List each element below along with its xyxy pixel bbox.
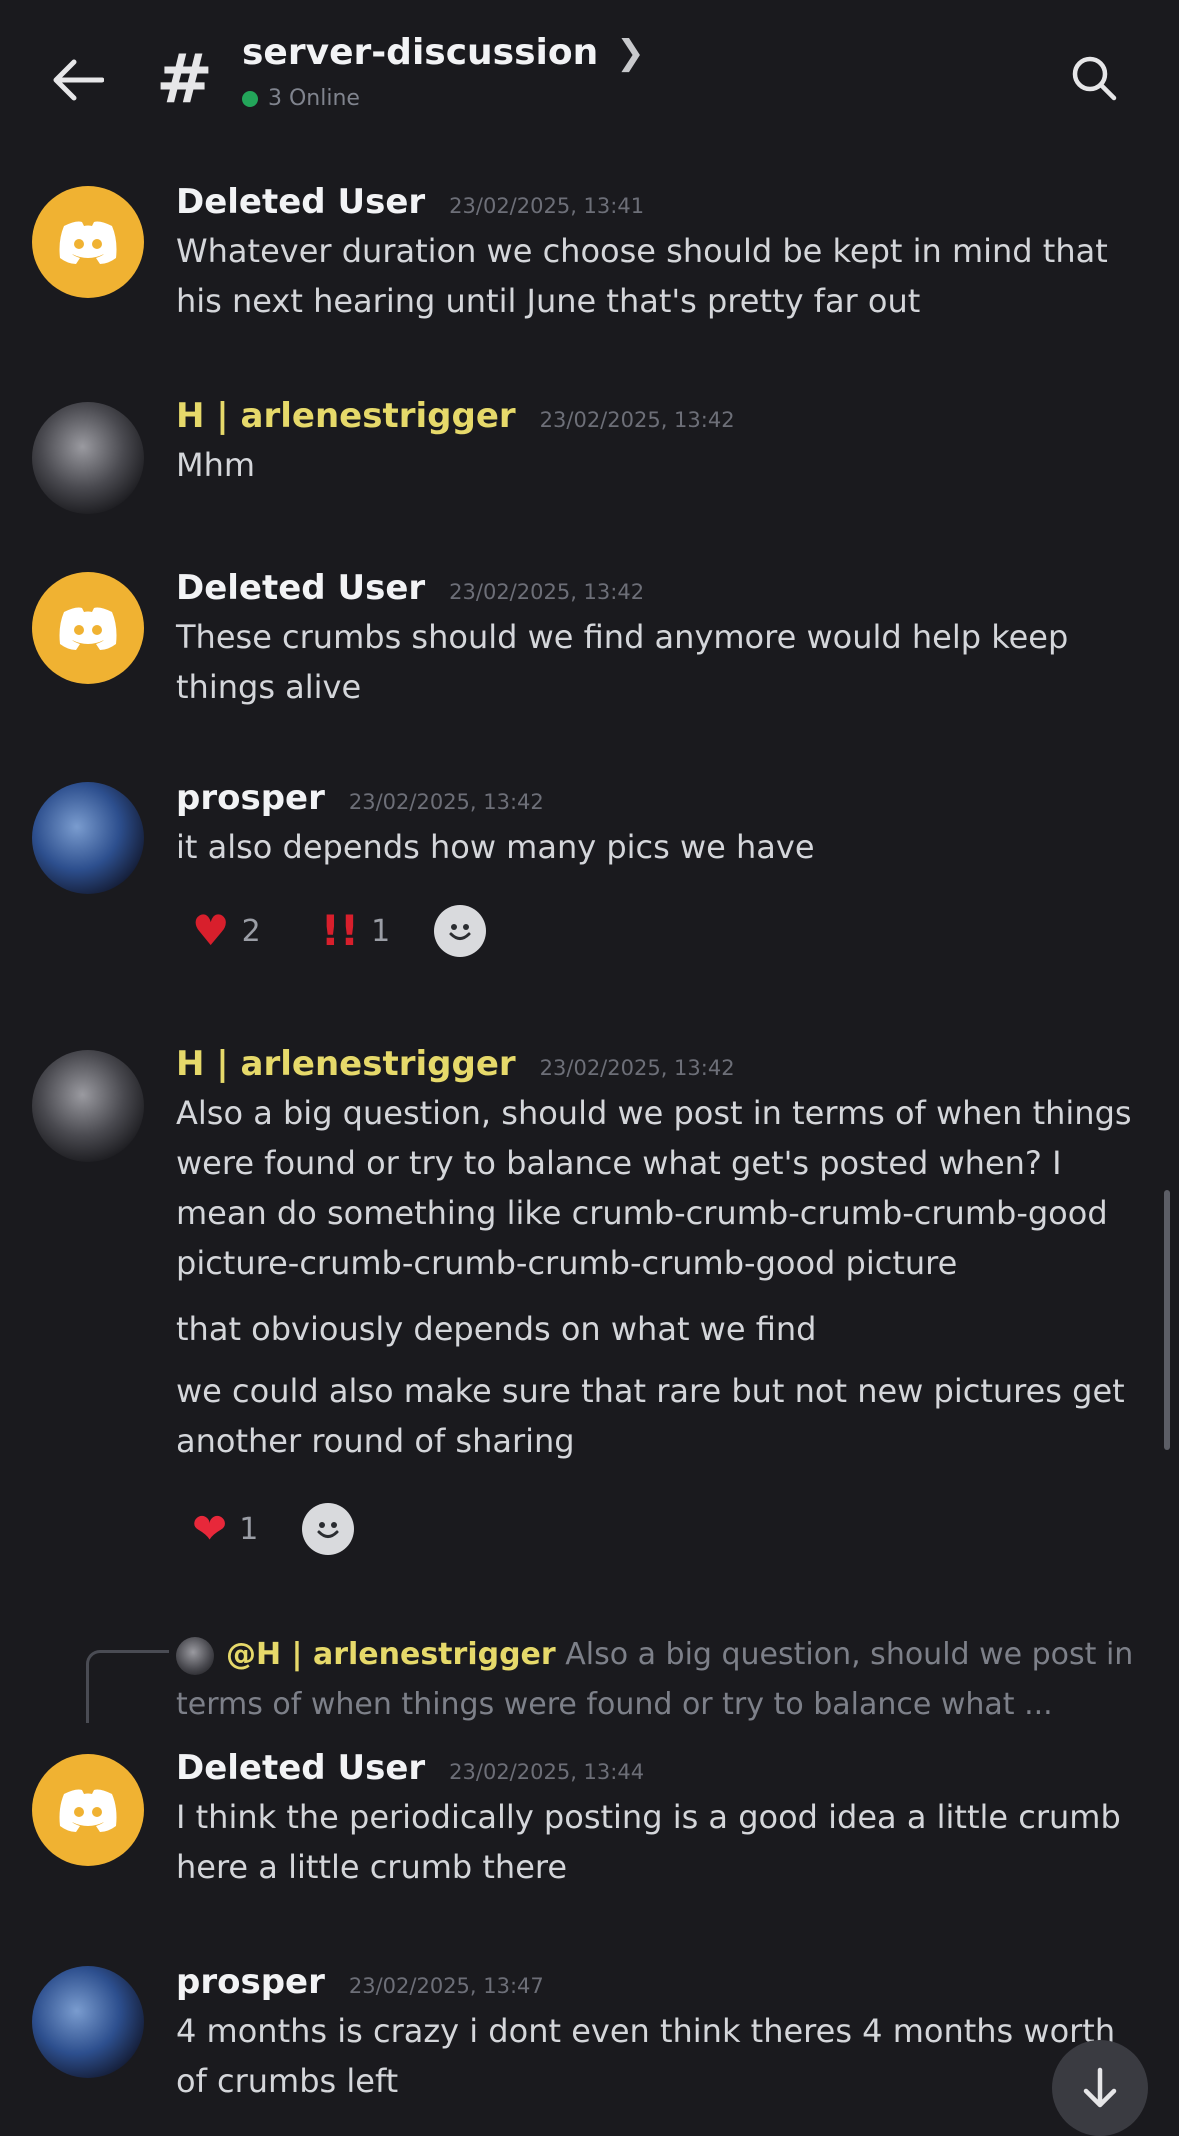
avatar[interactable] [32, 782, 144, 894]
reaction-double-exclamation[interactable]: !! 1 [305, 896, 406, 966]
avatar[interactable] [32, 1050, 144, 1162]
online-dot-icon [242, 90, 258, 107]
add-reaction-button[interactable] [302, 1503, 355, 1555]
avatar[interactable] [32, 186, 144, 298]
message-text: we could also make sure that rare but no… [176, 1372, 1125, 1460]
reaction-heart[interactable]: ♥ 2 [176, 896, 277, 966]
message-text: it also depends how many pics we have [176, 828, 815, 866]
username[interactable]: Deleted User [176, 1748, 425, 1788]
channel-header: # server-discussion ❯ 3 Online [0, 0, 1179, 150]
back-arrow-icon [53, 59, 104, 101]
message-text: Whatever duration we choose should be ke… [176, 232, 1108, 320]
avatar[interactable] [32, 1754, 144, 1866]
message-text: Also a big question, should we post in t… [176, 1094, 1132, 1282]
reaction-count: 1 [239, 1511, 259, 1547]
username[interactable]: Deleted User [176, 182, 425, 222]
message[interactable]: prosper 23/02/2025, 13:47 4 months is cr… [0, 1960, 1179, 2114]
avatar[interactable] [32, 572, 144, 684]
message[interactable]: prosper 23/02/2025, 13:42 it also depend… [0, 776, 1179, 976]
search-icon [1072, 56, 1117, 101]
search-button[interactable] [1062, 46, 1126, 110]
reply-mention[interactable]: @H | arlenestrigger [226, 1637, 556, 1672]
heart-icon: ♥ [192, 906, 230, 955]
username[interactable]: H | arlenestrigger [176, 396, 516, 436]
timestamp: 23/02/2025, 13:47 [348, 1974, 544, 1998]
message[interactable]: H | arlenestrigger 23/02/2025, 13:42 Als… [0, 1042, 1179, 1582]
online-status-text: 3 Online [268, 86, 360, 111]
chevron-right-icon: ❯ [616, 32, 645, 73]
message-text: I think the periodically posting is a go… [176, 1798, 1121, 1886]
reply-avatar [176, 1636, 214, 1675]
back-button[interactable] [46, 48, 110, 112]
timestamp: 23/02/2025, 13:42 [449, 580, 645, 604]
username[interactable]: H | arlenestrigger [176, 1044, 516, 1084]
timestamp: 23/02/2025, 13:42 [539, 1056, 735, 1080]
message[interactable]: Deleted User 23/02/2025, 13:42 These cru… [0, 566, 1179, 726]
username[interactable]: Deleted User [176, 568, 425, 608]
reaction-heart[interactable]: ❤ 1 [176, 1494, 274, 1564]
jump-to-latest-button[interactable] [1052, 2040, 1148, 2136]
add-reaction-button[interactable] [434, 905, 487, 957]
message-text: that obviously depends on what we find [176, 1310, 817, 1348]
channel-title-button[interactable]: server-discussion ❯ [242, 32, 645, 73]
message-text: Mhm [176, 446, 256, 484]
scrollbar[interactable] [1164, 1190, 1170, 1450]
timestamp: 23/02/2025, 13:44 [449, 1760, 645, 1784]
arrow-down-icon [1083, 2067, 1117, 2108]
discord-logo-icon [59, 607, 117, 650]
heart-icon: ❤ [192, 1504, 228, 1553]
reaction-bar: ❤ 1 [176, 1494, 355, 1564]
reply-preview[interactable]: @H | arlenestrigger Also a big question,… [176, 1630, 1156, 1730]
message-text: These crumbs should we find anymore woul… [176, 618, 1069, 706]
timestamp: 23/02/2025, 13:42 [539, 408, 735, 432]
message[interactable]: @H | arlenestrigger Also a big question,… [0, 1630, 1179, 1900]
message[interactable]: Deleted User 23/02/2025, 13:41 Whatever … [0, 180, 1179, 340]
discord-logo-icon [59, 221, 117, 264]
username[interactable]: prosper [176, 778, 325, 818]
timestamp: 23/02/2025, 13:42 [348, 790, 544, 814]
reaction-bar: ♥ 2 !! 1 [176, 896, 487, 966]
reaction-count: 1 [371, 913, 391, 949]
avatar[interactable] [32, 402, 144, 514]
online-count: 3 Online [242, 86, 360, 111]
message-text: 4 months is crazy i dont even think ther… [176, 2012, 1116, 2100]
discord-logo-icon [59, 1789, 117, 1832]
timestamp: 23/02/2025, 13:41 [449, 194, 645, 218]
double-exclamation-icon: !! [320, 906, 360, 955]
message[interactable]: H | arlenestrigger 23/02/2025, 13:42 Mhm [0, 394, 1179, 514]
hash-icon: # [156, 40, 213, 119]
username[interactable]: prosper [176, 1962, 325, 2002]
smiley-icon [449, 924, 471, 940]
smiley-icon [317, 1522, 339, 1538]
avatar[interactable] [32, 1966, 144, 2078]
reaction-count: 2 [241, 913, 261, 949]
channel-name: server-discussion [242, 32, 599, 73]
